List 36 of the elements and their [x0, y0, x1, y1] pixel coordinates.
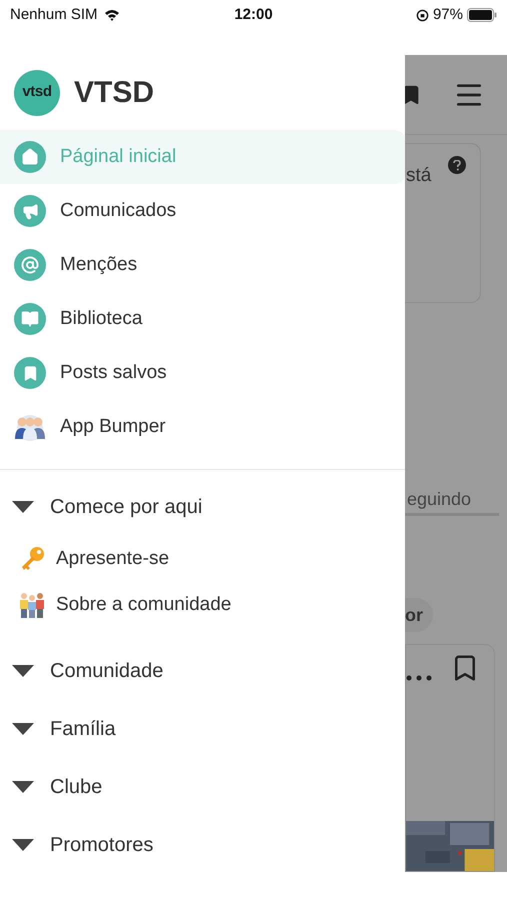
logo: vtsd: [14, 70, 60, 116]
section-header[interactable]: Promotores: [0, 816, 405, 874]
at-sign-icon: [14, 249, 46, 281]
menu-item[interactable]: Posts salvos: [0, 346, 405, 400]
caret-icon: [12, 665, 34, 677]
caret-icon: [12, 501, 34, 513]
clock-time: 12:00: [234, 4, 273, 25]
menu-item[interactable]: App Bumper: [0, 400, 405, 454]
people-icon: [18, 591, 46, 619]
section-header[interactable]: Clube: [0, 758, 405, 816]
tab[interactable]: eguindo: [407, 486, 472, 513]
menu-item[interactable]: Menções: [0, 238, 405, 292]
battery-icon: [467, 8, 497, 22]
book-icon: [14, 303, 46, 335]
caret-icon: [12, 839, 34, 851]
section-header[interactable]: Comece por aqui: [0, 478, 405, 536]
filter-chip[interactable]: or: [405, 598, 433, 632]
help-icon[interactable]: [448, 156, 466, 174]
channel-item[interactable]: Sobre a comunidade: [0, 582, 405, 628]
carrier-label: Nenhum SIM: [10, 4, 98, 25]
section-header[interactable]: Comunidade: [0, 642, 405, 700]
channel-item[interactable]: Apresente-se: [0, 536, 405, 582]
home-icon: [14, 141, 46, 173]
rotation-lock-icon: [416, 8, 429, 22]
megaphone-icon: [14, 195, 46, 227]
caret-icon: [12, 723, 34, 735]
menu-item[interactable]: Comunicados: [0, 184, 405, 238]
wifi-icon: [104, 9, 120, 21]
card: stá: [405, 143, 481, 303]
more-icon[interactable]: [406, 675, 432, 681]
caret-icon: [12, 781, 34, 793]
menu-item[interactable]: Biblioteca: [0, 292, 405, 346]
section-header[interactable]: Família: [0, 700, 405, 758]
bookmark-icon: [14, 357, 46, 389]
app-title: VTSD: [74, 75, 154, 111]
battery-percent: 97%: [432, 4, 463, 25]
